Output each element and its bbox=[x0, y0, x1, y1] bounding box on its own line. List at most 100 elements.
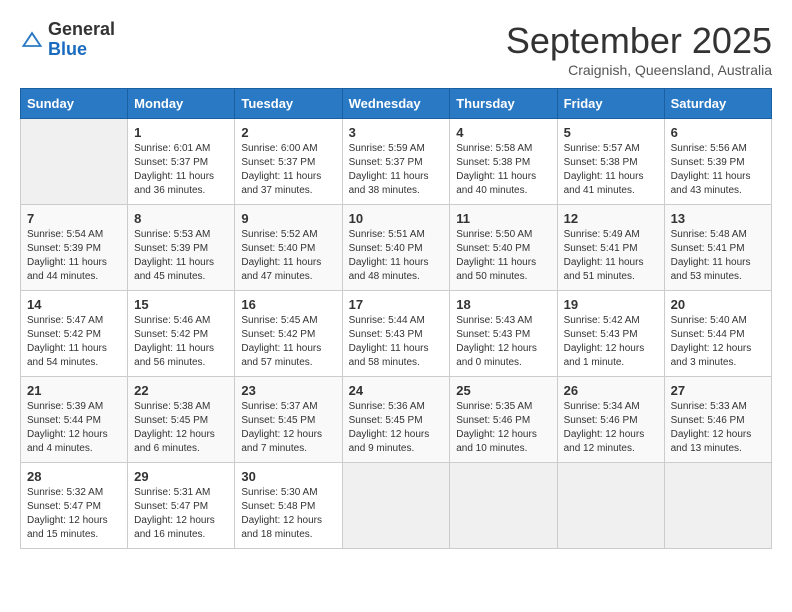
calendar-header: SundayMondayTuesdayWednesdayThursdayFrid… bbox=[21, 89, 772, 119]
day-number: 3 bbox=[349, 125, 444, 140]
day-info: Sunrise: 5:54 AM Sunset: 5:39 PM Dayligh… bbox=[27, 228, 121, 284]
day-info: Sunrise: 5:57 AM Sunset: 5:38 PM Dayligh… bbox=[564, 142, 658, 198]
day-info: Sunrise: 5:39 AM Sunset: 5:44 PM Dayligh… bbox=[27, 400, 121, 456]
day-cell: 18Sunrise: 5:43 AM Sunset: 5:43 PM Dayli… bbox=[450, 291, 557, 377]
month-title: September 2025 bbox=[506, 20, 772, 62]
day-cell: 22Sunrise: 5:38 AM Sunset: 5:45 PM Dayli… bbox=[128, 377, 235, 463]
calendar-table: SundayMondayTuesdayWednesdayThursdayFrid… bbox=[20, 88, 772, 549]
day-number: 23 bbox=[241, 383, 335, 398]
day-info: Sunrise: 5:38 AM Sunset: 5:45 PM Dayligh… bbox=[134, 400, 228, 456]
day-cell: 14 Sunrise: 5:47 AM Sunset: 5:42 PM Dayli… bbox=[21, 291, 128, 377]
header-cell-thursday: Thursday bbox=[450, 89, 557, 119]
day-info: Sunrise: 5:44 AM Sunset: 5:43 PM Dayligh… bbox=[349, 314, 444, 370]
day-number: 30 bbox=[241, 469, 335, 484]
day-cell: 21 Sunrise: 5:39 AM Sunset: 5:44 PM Dayli… bbox=[21, 377, 128, 463]
day-cell: 28 Sunrise: 5:32 AM Sunset: 5:47 PM Dayli… bbox=[21, 463, 128, 549]
day-cell: 26 Sunrise: 5:34 AM Sunset: 5:46 PM Dayli… bbox=[557, 377, 664, 463]
day-number: 1 bbox=[134, 125, 228, 140]
day-info: Sunrise: 5:42 AM Sunset: 5:43 PM Dayligh… bbox=[564, 314, 658, 370]
day-number: 8 bbox=[134, 211, 228, 226]
logo-icon bbox=[20, 28, 44, 52]
day-cell: 19Sunrise: 5:42 AM Sunset: 5:43 PM Dayli… bbox=[557, 291, 664, 377]
week-row-3: 14 Sunrise: 5:47 AM Sunset: 5:42 PM Dayli… bbox=[21, 291, 772, 377]
day-info: Sunrise: 5:45 AM Sunset: 5:42 PM Dayligh… bbox=[241, 314, 335, 370]
day-number: 14 bbox=[27, 297, 121, 312]
day-number: 27 bbox=[671, 383, 765, 398]
day-number: 15 bbox=[134, 297, 228, 312]
day-number: 28 bbox=[27, 469, 121, 484]
day-number: 25 bbox=[456, 383, 550, 398]
day-cell bbox=[557, 463, 664, 549]
day-info: Sunrise: 6:01 AM Sunset: 5:37 PM Dayligh… bbox=[134, 142, 228, 198]
day-number: 29 bbox=[134, 469, 228, 484]
day-info: Sunrise: 5:52 AM Sunset: 5:40 PM Dayligh… bbox=[241, 228, 335, 284]
day-cell bbox=[342, 463, 450, 549]
header-row: SundayMondayTuesdayWednesdayThursdayFrid… bbox=[21, 89, 772, 119]
page-header: General Blue September 2025 Craignish, Q… bbox=[20, 20, 772, 78]
calendar-body: 1 Sunrise: 6:01 AM Sunset: 5:37 PM Daylig… bbox=[21, 119, 772, 549]
day-cell: 20 Sunrise: 5:40 AM Sunset: 5:44 PM Dayli… bbox=[664, 291, 771, 377]
day-cell: 2Sunrise: 6:00 AM Sunset: 5:37 PM Daylig… bbox=[235, 119, 342, 205]
day-cell bbox=[664, 463, 771, 549]
day-cell: 10 Sunrise: 5:51 AM Sunset: 5:40 PM Dayli… bbox=[342, 205, 450, 291]
day-cell: 4Sunrise: 5:58 AM Sunset: 5:38 PM Daylig… bbox=[450, 119, 557, 205]
day-info: Sunrise: 5:33 AM Sunset: 5:46 PM Dayligh… bbox=[671, 400, 765, 456]
day-info: Sunrise: 5:51 AM Sunset: 5:40 PM Dayligh… bbox=[349, 228, 444, 284]
day-cell: 15 Sunrise: 5:46 AM Sunset: 5:42 PM Dayli… bbox=[128, 291, 235, 377]
header-cell-sunday: Sunday bbox=[21, 89, 128, 119]
day-number: 9 bbox=[241, 211, 335, 226]
day-info: Sunrise: 5:48 AM Sunset: 5:41 PM Dayligh… bbox=[671, 228, 765, 284]
week-row-1: 1 Sunrise: 6:01 AM Sunset: 5:37 PM Daylig… bbox=[21, 119, 772, 205]
day-number: 7 bbox=[27, 211, 121, 226]
day-info: Sunrise: 5:32 AM Sunset: 5:47 PM Dayligh… bbox=[27, 486, 121, 542]
day-info: Sunrise: 5:56 AM Sunset: 5:39 PM Dayligh… bbox=[671, 142, 765, 198]
day-cell: 1 Sunrise: 6:01 AM Sunset: 5:37 PM Daylig… bbox=[128, 119, 235, 205]
day-info: Sunrise: 5:53 AM Sunset: 5:39 PM Dayligh… bbox=[134, 228, 228, 284]
day-cell: 3Sunrise: 5:59 AM Sunset: 5:37 PM Daylig… bbox=[342, 119, 450, 205]
week-row-4: 21 Sunrise: 5:39 AM Sunset: 5:44 PM Dayli… bbox=[21, 377, 772, 463]
day-info: Sunrise: 5:43 AM Sunset: 5:43 PM Dayligh… bbox=[456, 314, 550, 370]
header-cell-saturday: Saturday bbox=[664, 89, 771, 119]
day-cell: 6 Sunrise: 5:56 AM Sunset: 5:39 PM Daylig… bbox=[664, 119, 771, 205]
day-info: Sunrise: 5:50 AM Sunset: 5:40 PM Dayligh… bbox=[456, 228, 550, 284]
day-cell: 29 Sunrise: 5:31 AM Sunset: 5:47 PM Dayli… bbox=[128, 463, 235, 549]
header-cell-friday: Friday bbox=[557, 89, 664, 119]
day-number: 12 bbox=[564, 211, 658, 226]
day-cell: 11Sunrise: 5:50 AM Sunset: 5:40 PM Dayli… bbox=[450, 205, 557, 291]
day-number: 20 bbox=[671, 297, 765, 312]
day-cell: 27 Sunrise: 5:33 AM Sunset: 5:46 PM Dayli… bbox=[664, 377, 771, 463]
day-cell bbox=[450, 463, 557, 549]
day-number: 17 bbox=[349, 297, 444, 312]
day-number: 26 bbox=[564, 383, 658, 398]
day-info: Sunrise: 5:40 AM Sunset: 5:44 PM Dayligh… bbox=[671, 314, 765, 370]
day-cell: 30Sunrise: 5:30 AM Sunset: 5:48 PM Dayli… bbox=[235, 463, 342, 549]
day-number: 10 bbox=[349, 211, 444, 226]
day-info: Sunrise: 5:58 AM Sunset: 5:38 PM Dayligh… bbox=[456, 142, 550, 198]
header-cell-wednesday: Wednesday bbox=[342, 89, 450, 119]
day-cell: 7 Sunrise: 5:54 AM Sunset: 5:39 PM Daylig… bbox=[21, 205, 128, 291]
logo-text: General Blue bbox=[48, 20, 115, 60]
day-number: 21 bbox=[27, 383, 121, 398]
logo-blue: Blue bbox=[48, 39, 87, 59]
day-number: 5 bbox=[564, 125, 658, 140]
day-cell: 25 Sunrise: 5:35 AM Sunset: 5:46 PM Dayli… bbox=[450, 377, 557, 463]
day-cell: 16Sunrise: 5:45 AM Sunset: 5:42 PM Dayli… bbox=[235, 291, 342, 377]
logo-general: General bbox=[48, 19, 115, 39]
day-cell bbox=[21, 119, 128, 205]
day-number: 6 bbox=[671, 125, 765, 140]
day-info: Sunrise: 5:31 AM Sunset: 5:47 PM Dayligh… bbox=[134, 486, 228, 542]
day-info: Sunrise: 5:35 AM Sunset: 5:46 PM Dayligh… bbox=[456, 400, 550, 456]
day-cell: 23Sunrise: 5:37 AM Sunset: 5:45 PM Dayli… bbox=[235, 377, 342, 463]
title-area: September 2025 Craignish, Queensland, Au… bbox=[506, 20, 772, 78]
day-cell: 13Sunrise: 5:48 AM Sunset: 5:41 PM Dayli… bbox=[664, 205, 771, 291]
day-info: Sunrise: 5:46 AM Sunset: 5:42 PM Dayligh… bbox=[134, 314, 228, 370]
day-number: 2 bbox=[241, 125, 335, 140]
week-row-2: 7 Sunrise: 5:54 AM Sunset: 5:39 PM Daylig… bbox=[21, 205, 772, 291]
day-cell: 9 Sunrise: 5:52 AM Sunset: 5:40 PM Daylig… bbox=[235, 205, 342, 291]
day-info: Sunrise: 5:34 AM Sunset: 5:46 PM Dayligh… bbox=[564, 400, 658, 456]
week-row-5: 28 Sunrise: 5:32 AM Sunset: 5:47 PM Dayli… bbox=[21, 463, 772, 549]
header-cell-monday: Monday bbox=[128, 89, 235, 119]
day-cell: 12Sunrise: 5:49 AM Sunset: 5:41 PM Dayli… bbox=[557, 205, 664, 291]
day-info: Sunrise: 5:47 AM Sunset: 5:42 PM Dayligh… bbox=[27, 314, 121, 370]
location: Craignish, Queensland, Australia bbox=[506, 62, 772, 78]
